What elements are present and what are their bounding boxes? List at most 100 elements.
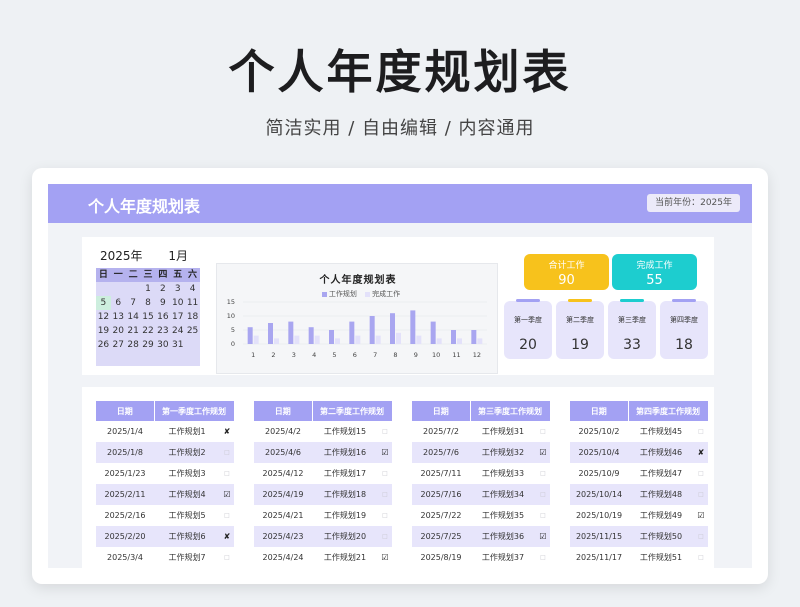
row-plan[interactable]: 工作规划2: [154, 442, 220, 463]
row-plan[interactable]: 工作规划51: [628, 547, 694, 568]
calendar-day[interactable]: 9: [155, 296, 171, 310]
calendar-day[interactable]: 27: [110, 338, 126, 352]
row-checkbox[interactable]: □: [536, 547, 550, 568]
calendar-day[interactable]: 25: [185, 324, 200, 338]
row-checkbox[interactable]: □: [694, 421, 708, 442]
row-checkbox[interactable]: □: [220, 442, 234, 463]
row-checkbox[interactable]: □: [536, 421, 550, 442]
calendar-day[interactable]: 23: [155, 324, 171, 338]
row-plan[interactable]: 工作规划15: [312, 421, 378, 442]
row-checkbox[interactable]: ☑: [536, 442, 550, 463]
calendar-day[interactable]: 8: [185, 352, 200, 366]
row-date[interactable]: 2025/11/17: [570, 547, 628, 568]
calendar-day[interactable]: 30: [155, 338, 171, 352]
row-checkbox[interactable]: □: [220, 505, 234, 526]
row-checkbox[interactable]: ✘: [694, 442, 708, 463]
row-plan[interactable]: 工作规划21: [312, 547, 378, 568]
row-plan[interactable]: 工作规划46: [628, 442, 694, 463]
calendar-day[interactable]: 10: [170, 296, 186, 310]
calendar-day[interactable]: 1: [185, 338, 200, 352]
row-checkbox[interactable]: □: [694, 526, 708, 547]
row-date[interactable]: 2025/7/25: [412, 526, 470, 547]
row-plan[interactable]: 工作规划50: [628, 526, 694, 547]
calendar-day[interactable]: 5: [140, 352, 156, 366]
row-checkbox[interactable]: □: [220, 463, 234, 484]
calendar-day[interactable]: 16: [155, 310, 171, 324]
row-plan[interactable]: 工作规划31: [470, 421, 536, 442]
row-checkbox[interactable]: ☑: [378, 547, 392, 568]
calendar-day[interactable]: 7: [170, 352, 186, 366]
row-plan[interactable]: 工作规划32: [470, 442, 536, 463]
calendar-day[interactable]: 4: [125, 352, 141, 366]
calendar-day[interactable]: 6: [155, 352, 171, 366]
calendar-day[interactable]: 3: [110, 352, 126, 366]
calendar-day[interactable]: 21: [125, 324, 141, 338]
calendar-day[interactable]: 2: [155, 282, 171, 296]
row-checkbox[interactable]: □: [378, 526, 392, 547]
row-date[interactable]: 2025/1/23: [96, 463, 154, 484]
row-checkbox[interactable]: ☑: [378, 442, 392, 463]
calendar-day[interactable]: 13: [110, 310, 126, 324]
row-date[interactable]: 2025/4/23: [254, 526, 312, 547]
calendar-day[interactable]: 31: [170, 338, 186, 352]
row-date[interactable]: 2025/11/15: [570, 526, 628, 547]
row-plan[interactable]: 工作规划20: [312, 526, 378, 547]
row-date[interactable]: 2025/4/21: [254, 505, 312, 526]
row-plan[interactable]: 工作规划37: [470, 547, 536, 568]
calendar-day[interactable]: 3: [170, 282, 186, 296]
row-plan[interactable]: 工作规划35: [470, 505, 536, 526]
row-date[interactable]: 2025/10/19: [570, 505, 628, 526]
calendar-month[interactable]: 1月: [168, 247, 188, 264]
calendar-day[interactable]: 24: [170, 324, 186, 338]
row-date[interactable]: 2025/10/4: [570, 442, 628, 463]
row-checkbox[interactable]: □: [694, 463, 708, 484]
row-plan[interactable]: 工作规划36: [470, 526, 536, 547]
calendar-day[interactable]: 5: [96, 296, 111, 310]
calendar-day[interactable]: 17: [170, 310, 186, 324]
row-plan[interactable]: 工作规划19: [312, 505, 378, 526]
row-plan[interactable]: 工作规划47: [628, 463, 694, 484]
calendar-day[interactable]: 28: [125, 338, 141, 352]
calendar-day[interactable]: 29: [140, 338, 156, 352]
calendar-day[interactable]: 8: [140, 296, 156, 310]
row-date[interactable]: 2025/7/11: [412, 463, 470, 484]
row-date[interactable]: 2025/3/4: [96, 547, 154, 568]
calendar-day[interactable]: 20: [110, 324, 126, 338]
row-checkbox[interactable]: □: [378, 505, 392, 526]
calendar-day[interactable]: 14: [125, 310, 141, 324]
row-checkbox[interactable]: □: [536, 505, 550, 526]
row-date[interactable]: 2025/1/8: [96, 442, 154, 463]
row-plan[interactable]: 工作规划49: [628, 505, 694, 526]
row-checkbox[interactable]: □: [378, 463, 392, 484]
row-checkbox[interactable]: □: [220, 547, 234, 568]
calendar-day[interactable]: 19: [96, 324, 111, 338]
row-date[interactable]: 2025/10/9: [570, 463, 628, 484]
calendar-day[interactable]: 29: [96, 282, 111, 296]
row-plan[interactable]: 工作规划7: [154, 547, 220, 568]
row-date[interactable]: 2025/7/6: [412, 442, 470, 463]
row-plan[interactable]: 工作规划18: [312, 484, 378, 505]
row-plan[interactable]: 工作规划48: [628, 484, 694, 505]
row-plan[interactable]: 工作规划4: [154, 484, 220, 505]
calendar-day[interactable]: 4: [185, 282, 200, 296]
calendar-day[interactable]: 2: [96, 352, 111, 366]
row-date[interactable]: 2025/10/2: [570, 421, 628, 442]
row-plan[interactable]: 工作规划16: [312, 442, 378, 463]
row-plan[interactable]: 工作规划5: [154, 505, 220, 526]
calendar-year[interactable]: 2025年: [100, 247, 143, 264]
calendar-day[interactable]: 30: [110, 282, 126, 296]
row-date[interactable]: 2025/8/19: [412, 547, 470, 568]
row-date[interactable]: 2025/1/4: [96, 421, 154, 442]
row-checkbox[interactable]: ☑: [694, 505, 708, 526]
row-date[interactable]: 2025/7/2: [412, 421, 470, 442]
calendar-day[interactable]: 15: [140, 310, 156, 324]
row-checkbox[interactable]: ☑: [536, 526, 550, 547]
row-date[interactable]: 2025/7/22: [412, 505, 470, 526]
row-plan[interactable]: 工作规划34: [470, 484, 536, 505]
calendar-day[interactable]: 7: [125, 296, 141, 310]
row-date[interactable]: 2025/2/11: [96, 484, 154, 505]
calendar-day[interactable]: 22: [140, 324, 156, 338]
row-checkbox[interactable]: □: [378, 484, 392, 505]
calendar-day[interactable]: 31: [125, 282, 141, 296]
calendar-day[interactable]: 1: [140, 282, 156, 296]
